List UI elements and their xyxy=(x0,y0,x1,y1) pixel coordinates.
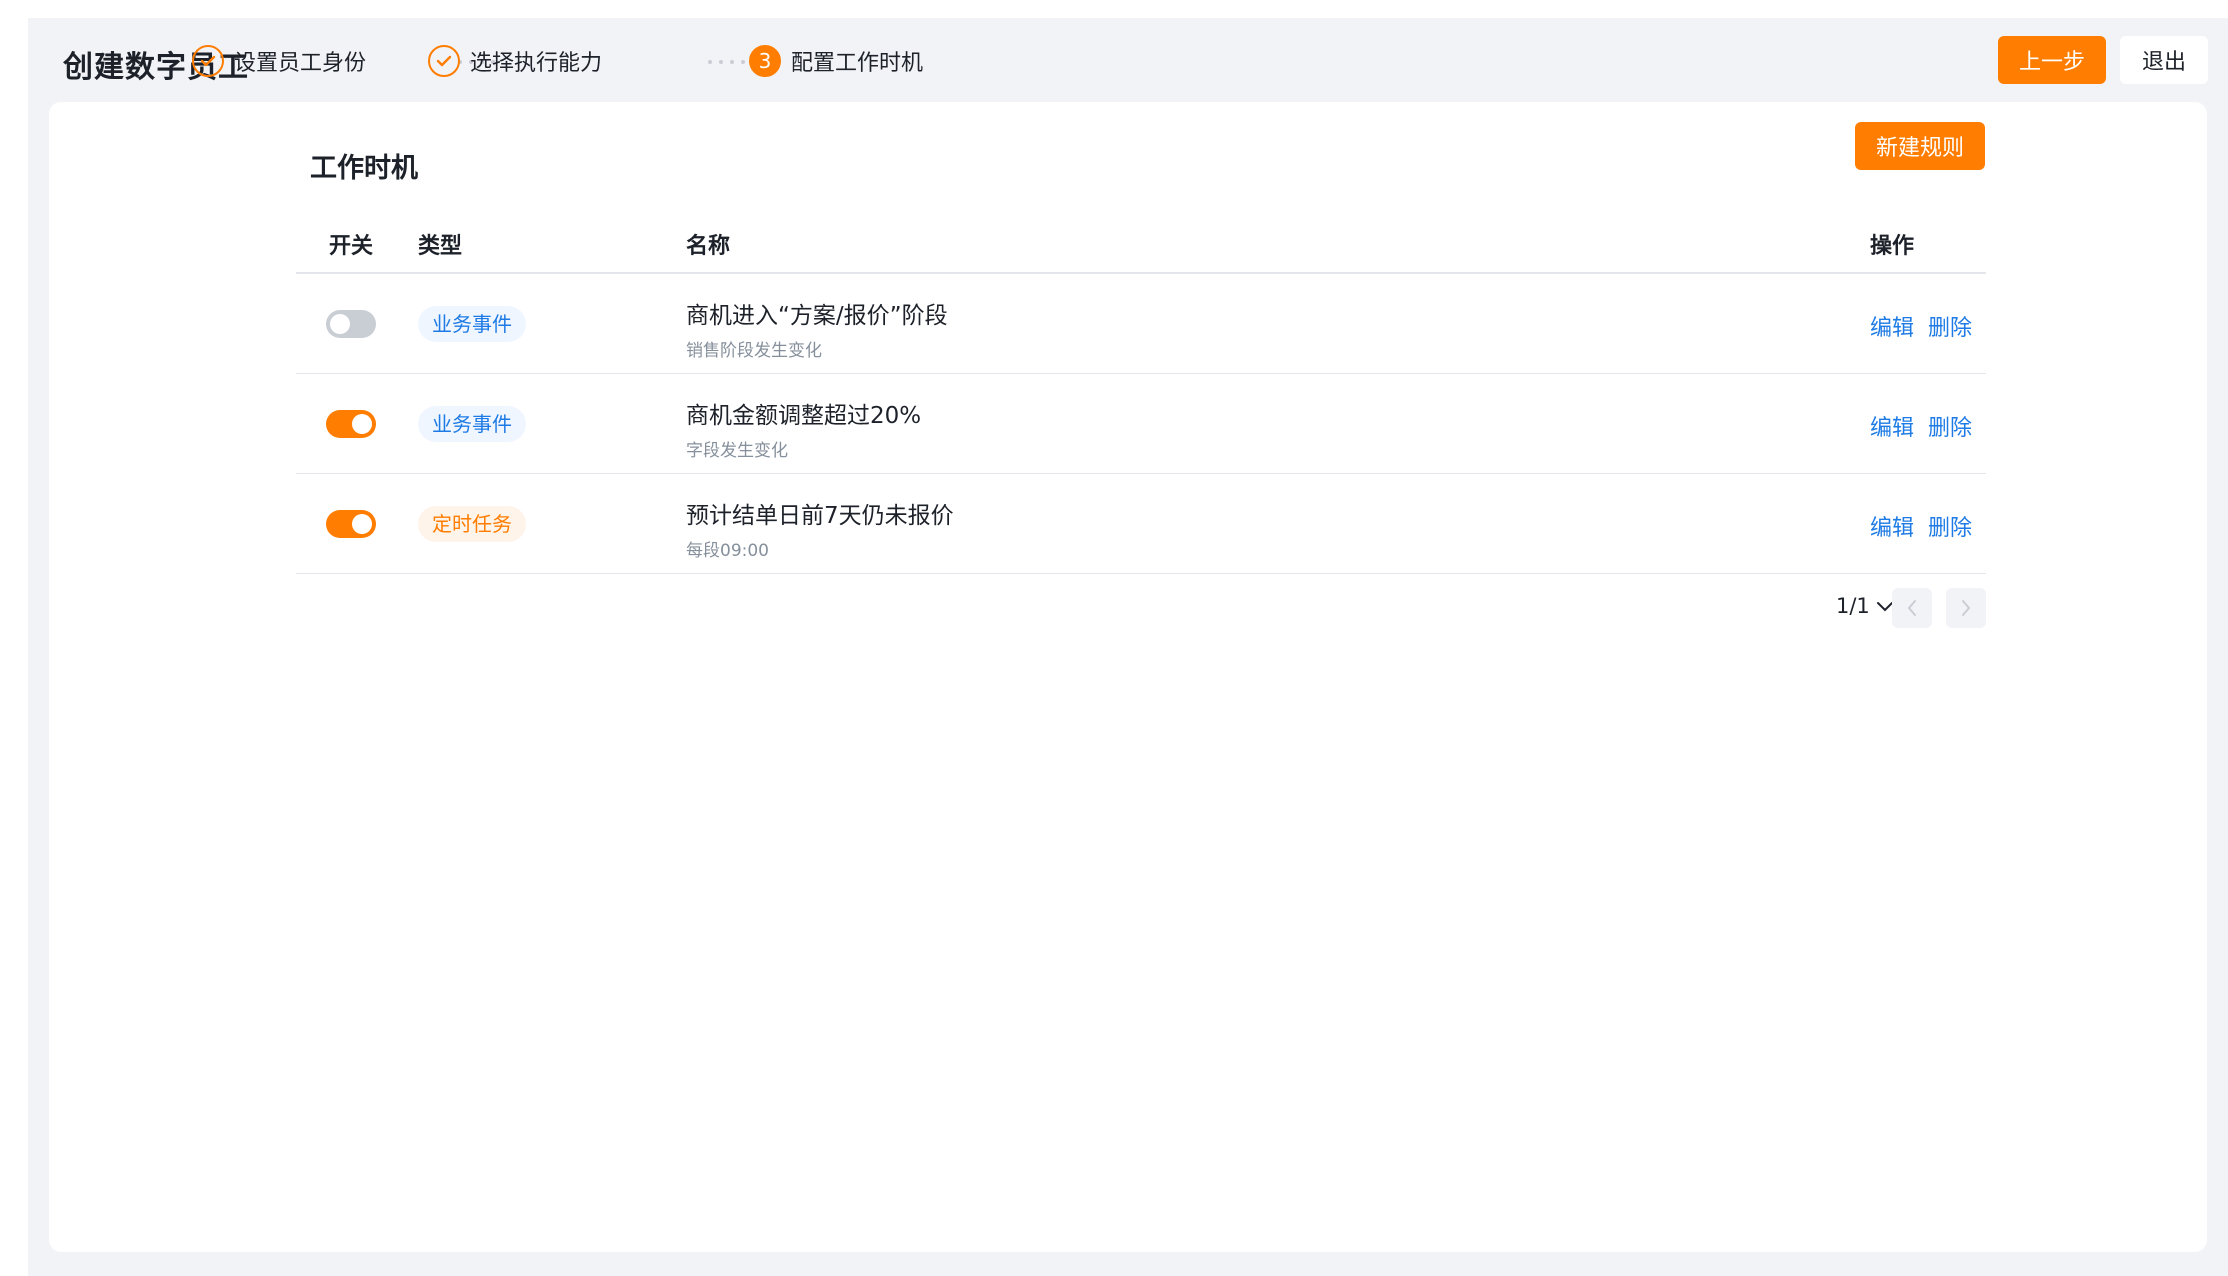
header: 创建数字员工 设置员工身份 选择执行能力 3 配置工作时机 上一步 退出 xyxy=(28,18,2228,102)
pagination: 1/1 xyxy=(296,574,1986,644)
section-title: 工作时机 xyxy=(310,153,418,184)
table-header: 开关 类型 名称 操作 xyxy=(296,212,1986,274)
table-row: 业务事件 商机进入“方案/报价”阶段 销售阶段发生变化 编辑 删除 xyxy=(296,274,1986,374)
page-indicator: 1/1 xyxy=(1836,594,1870,618)
enable-toggle[interactable] xyxy=(326,410,376,438)
step-label: 选择执行能力 xyxy=(470,51,603,76)
prev-step-button[interactable]: 上一步 xyxy=(1998,36,2106,84)
rule-description: 销售阶段发生变化 xyxy=(686,341,822,361)
next-page-button[interactable] xyxy=(1946,588,1986,628)
prev-page-button[interactable] xyxy=(1892,588,1932,628)
rule-name: 预计结单日前7天仍未报价 xyxy=(686,503,954,529)
step-label: 设置员工身份 xyxy=(234,51,367,76)
step-connector xyxy=(708,60,745,64)
type-tag: 定时任务 xyxy=(418,506,526,542)
step-identity: 设置员工身份 xyxy=(192,44,366,78)
step-timing: 3 配置工作时机 xyxy=(749,44,923,78)
delete-link[interactable]: 删除 xyxy=(1928,510,1972,542)
column-header-actions: 操作 xyxy=(1870,234,1915,259)
rule-name: 商机金额调整超过20% xyxy=(686,403,922,429)
step-capability: 选择执行能力 xyxy=(428,44,602,78)
edit-link[interactable]: 编辑 xyxy=(1870,410,1914,442)
rules-table: 开关 类型 名称 操作 业务事件 商机进入“方案/报价”阶段 销售阶段发生变化 … xyxy=(296,212,1986,644)
rule-description: 字段发生变化 xyxy=(686,441,788,461)
edit-link[interactable]: 编辑 xyxy=(1870,510,1914,542)
type-tag: 业务事件 xyxy=(418,306,526,342)
table-row: 定时任务 预计结单日前7天仍未报价 每段09:00 编辑 删除 xyxy=(296,474,1986,574)
edit-link[interactable]: 编辑 xyxy=(1870,310,1914,342)
chevron-left-icon xyxy=(1907,600,1916,616)
column-header-type: 类型 xyxy=(418,234,463,259)
enable-toggle[interactable] xyxy=(326,510,376,538)
column-header-switch: 开关 xyxy=(329,234,374,259)
chevron-right-icon xyxy=(1962,600,1971,616)
step-label: 配置工作时机 xyxy=(791,51,924,76)
main-card: 工作时机 新建规则 开关 类型 名称 操作 业务事件 商机进入“方案/报价”阶段… xyxy=(49,102,2207,1252)
delete-link[interactable]: 删除 xyxy=(1928,310,1972,342)
app-frame: 创建数字员工 设置员工身份 选择执行能力 3 配置工作时机 上一步 退出 工作时… xyxy=(28,18,2228,1276)
check-circle-icon xyxy=(428,45,460,77)
rule-description: 每段09:00 xyxy=(686,541,769,561)
rule-name: 商机进入“方案/报价”阶段 xyxy=(686,303,948,329)
table-row: 业务事件 商机金额调整超过20% 字段发生变化 编辑 删除 xyxy=(296,374,1986,474)
delete-link[interactable]: 删除 xyxy=(1928,410,1972,442)
exit-button[interactable]: 退出 xyxy=(2120,36,2208,84)
new-rule-button[interactable]: 新建规则 xyxy=(1855,122,1985,170)
step-number-badge: 3 xyxy=(749,45,781,77)
page-size-select[interactable]: 1/1 xyxy=(1836,594,1894,618)
check-circle-icon xyxy=(192,45,224,77)
column-header-name: 名称 xyxy=(686,234,731,259)
type-tag: 业务事件 xyxy=(418,406,526,442)
enable-toggle[interactable] xyxy=(326,310,376,338)
